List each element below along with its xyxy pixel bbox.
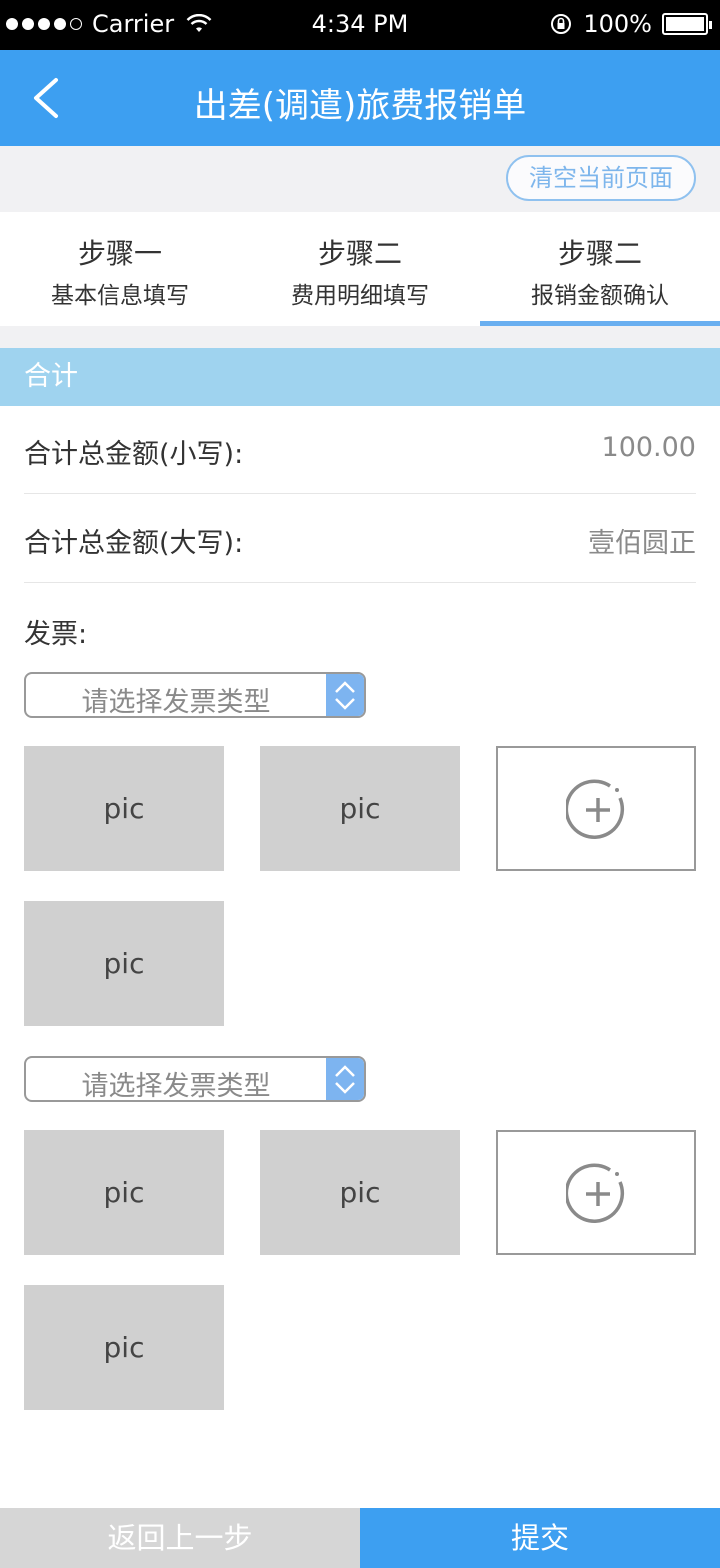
clear-bar: 清空当前页面 [0, 146, 720, 212]
section-header-total: 合计 [0, 348, 720, 406]
status-right: 100% [549, 10, 712, 38]
footer-bar: 返回上一步 提交 [0, 1508, 720, 1568]
total-big-row: 合计总金额(大写): 壹佰圆正 [24, 495, 696, 583]
total-small-label: 合计总金额(小写): [24, 439, 244, 470]
status-bar: Carrier 4:34 PM 100% [0, 0, 720, 50]
step-title: 步骤二 [317, 237, 402, 270]
total-big-value: 壹佰圆正 [588, 528, 696, 559]
step-subtitle: 费用明细填写 [291, 283, 429, 309]
add-circle-icon [566, 1163, 625, 1223]
invoice-type-select[interactable]: 请选择发票类型 [24, 672, 366, 718]
step-tab-2[interactable]: 步骤二 费用明细填写 [240, 212, 480, 326]
battery-label: 100% [583, 10, 652, 38]
nav-bar: 出差(调遣)旅费报销单 [0, 50, 720, 146]
select-placeholder: 请选择发票类型 [81, 1071, 271, 1102]
section-gap [0, 326, 720, 348]
invoice-type-select[interactable]: 请选择发票类型 [24, 1056, 366, 1102]
step-title: 步骤一 [77, 237, 162, 270]
total-big-label: 合计总金额(大写): [24, 528, 244, 559]
step-subtitle: 基本信息填写 [51, 283, 189, 309]
clear-page-button[interactable]: 清空当前页面 [506, 155, 696, 201]
invoice-thumbnail[interactable]: pic [24, 1130, 224, 1255]
select-placeholder: 请选择发票类型 [81, 687, 271, 718]
add-circle-icon [566, 779, 625, 839]
step-title: 步骤二 [557, 237, 642, 270]
total-small-row: 合计总金额(小写): 100.00 [24, 406, 696, 494]
step-tab-1[interactable]: 步骤一 基本信息填写 [0, 212, 240, 326]
battery-icon [662, 13, 712, 35]
invoice-thumbnail[interactable]: pic [260, 1130, 460, 1255]
total-small-value: 100.00 [601, 432, 696, 463]
step-tab-3[interactable]: 步骤二 报销金额确认 [480, 212, 720, 326]
invoice-thumbnail[interactable]: pic [24, 901, 224, 1026]
step-tabs: 步骤一 基本信息填写 步骤二 费用明细填写 步骤二 报销金额确认 [0, 212, 720, 326]
step-subtitle: 报销金额确认 [531, 283, 669, 309]
select-arrows-icon [326, 674, 364, 716]
submit-button[interactable]: 提交 [360, 1508, 720, 1568]
add-image-button[interactable] [496, 1130, 696, 1255]
page-title: 出差(调遣)旅费报销单 [193, 86, 527, 126]
add-image-button[interactable] [496, 746, 696, 871]
invoice-thumbnail[interactable]: pic [260, 746, 460, 871]
select-arrows-icon [326, 1058, 364, 1100]
invoice-label: 发票: [24, 619, 88, 650]
previous-step-button[interactable]: 返回上一步 [0, 1508, 360, 1568]
rotation-lock-icon [551, 14, 572, 34]
invoice-thumbnail[interactable]: pic [24, 1285, 224, 1410]
invoice-thumbnail[interactable]: pic [24, 746, 224, 871]
